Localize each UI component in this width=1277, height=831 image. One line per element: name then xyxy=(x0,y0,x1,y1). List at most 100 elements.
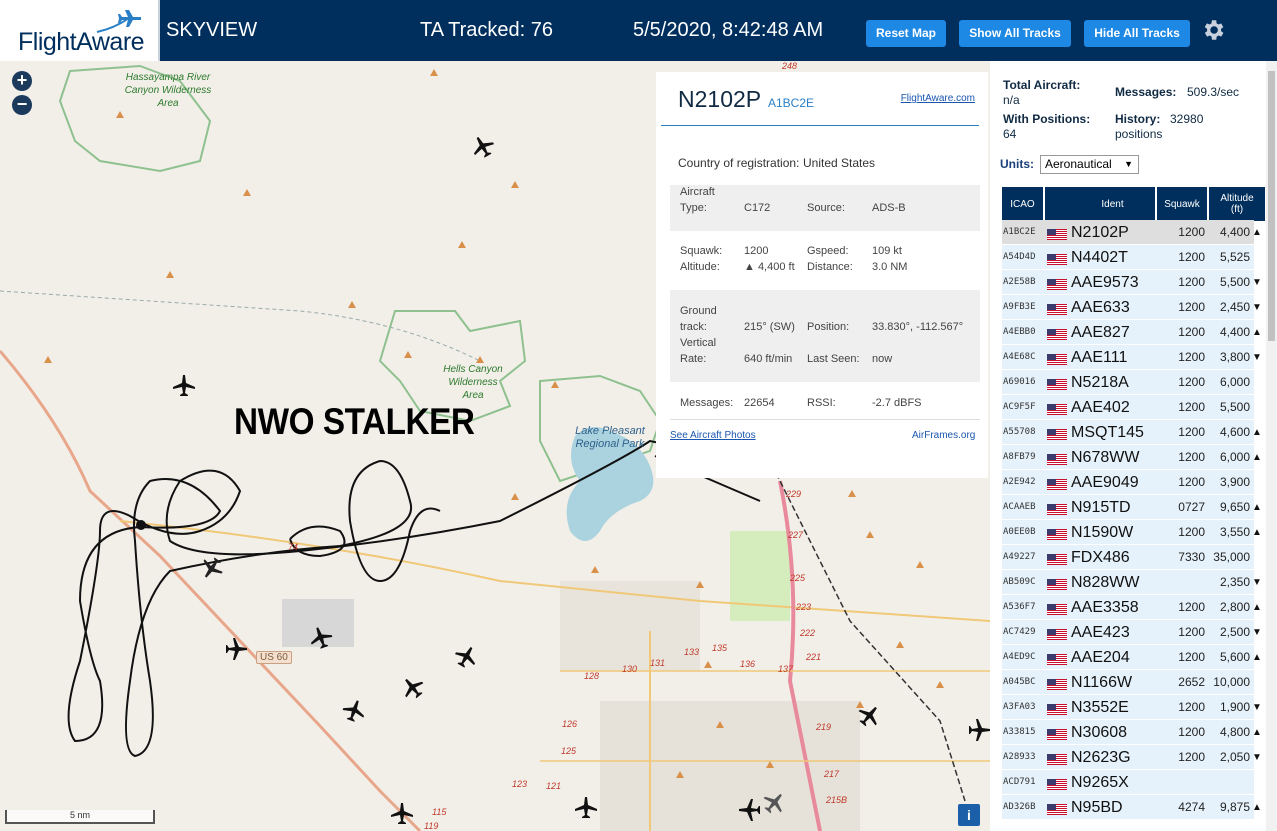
row-altitude: 5,525 xyxy=(1219,250,1250,264)
row-ident: AAE3358 xyxy=(1071,599,1139,616)
altitude-trend-icon: ▲ xyxy=(1252,727,1262,738)
col-header-icao[interactable]: ICAO xyxy=(1002,187,1043,221)
gear-icon[interactable] xyxy=(1200,17,1226,43)
us-flag-icon xyxy=(1047,627,1067,640)
aircraft-row[interactable]: ACD791 N9265X xyxy=(1002,770,1254,795)
aircraft-marker-icon[interactable] xyxy=(967,718,990,742)
aircraft-row[interactable]: A1BC2E N2102P 1200 4,400 ▲ xyxy=(1002,220,1262,245)
altitude-value: ▲ 4,400 ft xyxy=(744,261,795,273)
aircraft-row[interactable]: A33815 N30608 1200 4,800 ▲ xyxy=(1002,720,1262,745)
aircraft-row[interactable]: A28933 N2623G 1200 2,050 ▼ xyxy=(1002,745,1262,770)
aircraft-row[interactable]: A2E58B AAE9573 1200 5,500 ▼ xyxy=(1002,270,1262,295)
row-altitude: 5,500 xyxy=(1219,275,1250,289)
hide-all-tracks-button[interactable]: Hide All Tracks xyxy=(1084,20,1190,47)
row-ident: MSQT145 xyxy=(1071,424,1144,441)
zoom-in-button[interactable]: + xyxy=(12,71,32,91)
vrate-value: 640 ft/min xyxy=(744,353,793,365)
us-flag-icon xyxy=(1047,677,1067,690)
aircraft-row[interactable]: A2E942 AAE9049 1200 3,900 xyxy=(1002,470,1254,495)
aircraft-row[interactable]: A49227 FDX486 7330 35,000 xyxy=(1002,545,1254,570)
aircraft-marker-icon[interactable] xyxy=(574,796,598,820)
flightaware-link[interactable]: FlightAware.com xyxy=(901,93,975,104)
flightaware-logo[interactable]: FlightAware xyxy=(0,0,160,61)
history-label: History: xyxy=(1115,112,1161,126)
scrollbar-thumb[interactable] xyxy=(1268,71,1275,341)
total-aircraft-label: Total Aircraft: xyxy=(1003,78,1081,92)
row-squawk: 1200 xyxy=(1178,300,1205,314)
aircraft-marker-icon[interactable] xyxy=(390,802,414,826)
col-header-ident[interactable]: Ident xyxy=(1070,187,1155,221)
row-icao: A4E68C xyxy=(1003,352,1036,362)
row-altitude: 4,600 xyxy=(1219,425,1250,439)
row-ident: N9265X xyxy=(1071,774,1129,791)
reset-map-button[interactable]: Reset Map xyxy=(866,20,946,47)
road-label: 128 xyxy=(584,671,600,681)
row-squawk: 1200 xyxy=(1178,450,1205,464)
aircraft-row[interactable]: A0EE0B N1590W 1200 3,550 ▲ xyxy=(1002,520,1262,545)
overlay-caption: NWO STALKER xyxy=(234,401,475,442)
row-ident: N30608 xyxy=(1071,724,1128,741)
source-label: Source: xyxy=(807,202,845,214)
airframes-link[interactable]: AirFrames.org xyxy=(912,430,975,441)
position-value: 33.830°, -112.567° xyxy=(872,321,964,333)
row-ident: N915TD xyxy=(1071,499,1131,516)
detail-icao[interactable]: A1BC2E xyxy=(768,96,814,110)
aircraft-row[interactable]: A8FB79 N678WW 1200 6,000 ▲ xyxy=(1002,445,1262,470)
aircraft-photos-link[interactable]: See Aircraft Photos xyxy=(670,430,756,441)
units-select[interactable]: Aeronautical ▼ xyxy=(1040,155,1139,174)
road-label: 133 xyxy=(684,647,700,657)
gspeed-label: Gspeed: xyxy=(807,245,849,257)
us-flag-icon xyxy=(1047,527,1067,540)
row-squawk: 1200 xyxy=(1178,475,1205,489)
aircraft-row[interactable]: A9FB3E AAE633 1200 2,450 ▼ xyxy=(1002,295,1262,320)
aircraft-row[interactable]: A536F7 AAE3358 1200 2,800 ▲ xyxy=(1002,595,1262,620)
map-label-hassayampa: Hassayampa River Canyon Wilderness Area xyxy=(124,72,212,109)
road-label: 115 xyxy=(432,807,447,817)
aircraft-row[interactable]: A54D4D N4402T 1200 5,525 xyxy=(1002,245,1254,270)
row-ident: N828WW xyxy=(1071,574,1140,591)
row-altitude: 2,450 xyxy=(1219,300,1250,314)
row-squawk: 1200 xyxy=(1178,275,1205,289)
aircraft-row[interactable]: AC9F5F AAE402 1200 5,500 xyxy=(1002,395,1254,420)
row-ident: N95BD xyxy=(1071,799,1123,816)
aircraft-row[interactable]: A4ED9C AAE204 1200 5,600 ▲ xyxy=(1002,645,1262,670)
aircraft-row[interactable]: A69016 N5218A 1200 6,000 xyxy=(1002,370,1254,395)
row-icao: A536F7 xyxy=(1003,602,1036,612)
aircraft-row[interactable]: AC7429 AAE423 1200 2,500 ▼ xyxy=(1002,620,1262,645)
row-icao: A3FA03 xyxy=(1003,702,1036,712)
row-ident: N1166W xyxy=(1071,674,1133,691)
aircraft-marker-icon[interactable] xyxy=(224,637,248,661)
aircraft-row[interactable]: A3FA03 N3552E 1200 1,900 ▼ xyxy=(1002,695,1262,720)
altitude-trend-icon: ▲ xyxy=(1252,527,1262,538)
aircraft-row[interactable]: A4E68C AAE111 1200 3,800 ▼ xyxy=(1002,345,1262,370)
row-altitude: 3,800 xyxy=(1219,350,1250,364)
row-icao: A4EBB0 xyxy=(1003,327,1036,337)
zoom-out-button[interactable]: − xyxy=(12,95,32,115)
row-altitude: 1,900 xyxy=(1219,700,1250,714)
row-altitude: 2,800 xyxy=(1219,600,1250,614)
row-ident: N5218A xyxy=(1071,374,1129,391)
col-header-squawk[interactable]: Squawk xyxy=(1157,187,1207,221)
altitude-trend-icon: ▼ xyxy=(1252,752,1262,763)
row-icao: A2E942 xyxy=(1003,477,1036,487)
show-all-tracks-button[interactable]: Show All Tracks xyxy=(959,20,1071,47)
row-squawk: 7330 xyxy=(1178,550,1205,564)
info-button[interactable]: i xyxy=(958,804,980,826)
aircraft-marker-icon[interactable] xyxy=(172,374,196,398)
aircraft-row[interactable]: AD326B N95BD 4274 9,875 ▲ xyxy=(1002,795,1262,820)
squawk-label: Squawk: xyxy=(680,245,723,257)
ground-track-label-1: Ground xyxy=(680,305,717,317)
row-icao: A54D4D xyxy=(1003,252,1036,262)
col-header-altitude[interactable]: Altitude (ft) xyxy=(1209,187,1265,221)
detail-divider xyxy=(661,125,979,126)
aircraft-row[interactable]: A045BC N1166W 2652 10,000 xyxy=(1002,670,1254,695)
aircraft-row[interactable]: A4EBB0 AAE827 1200 4,400 ▲ xyxy=(1002,320,1262,345)
chevron-down-icon: ▼ xyxy=(1124,159,1133,169)
aircraft-row[interactable]: AB509C N828WW 2,350 ▼ xyxy=(1002,570,1262,595)
us-flag-icon xyxy=(1047,577,1067,590)
us-flag-icon xyxy=(1047,602,1067,615)
row-squawk: 4274 xyxy=(1178,800,1205,814)
aircraft-row[interactable]: ACAAEB N915TD 0727 9,650 ▲ xyxy=(1002,495,1262,520)
sidebar-scrollbar[interactable] xyxy=(1266,61,1277,831)
aircraft-row[interactable]: A55708 MSQT145 1200 4,600 ▲ xyxy=(1002,420,1262,445)
